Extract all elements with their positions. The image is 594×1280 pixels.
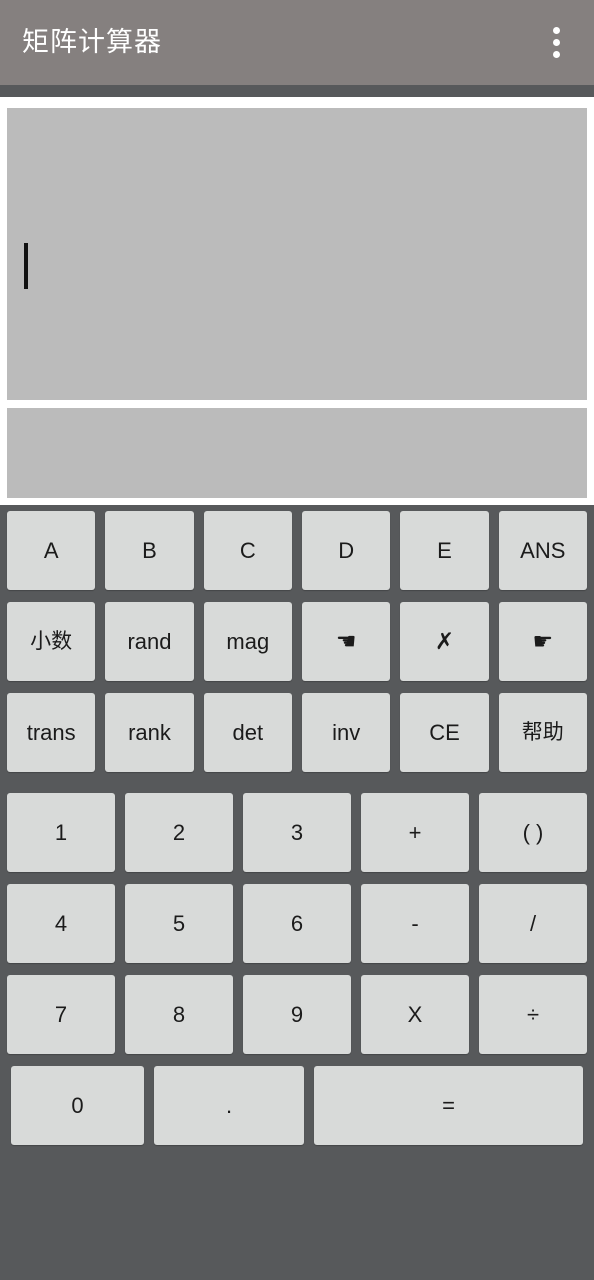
more-vert-dot-1 bbox=[552, 27, 560, 34]
matrix-vars-row: A B C D E ANS bbox=[6, 511, 588, 602]
key-3[interactable]: 3 bbox=[243, 793, 351, 872]
key-2[interactable]: 2 bbox=[125, 793, 233, 872]
more-vert-dot-2 bbox=[552, 39, 560, 46]
more-vert-dot-3 bbox=[552, 51, 560, 58]
numeric-row-4: 0 . = bbox=[6, 1066, 588, 1157]
numeric-row-2: 4 5 6 - / bbox=[6, 884, 588, 975]
key-multiply[interactable]: X bbox=[361, 975, 469, 1054]
more-vert-icon[interactable] bbox=[536, 17, 576, 69]
key-9[interactable]: 9 bbox=[243, 975, 351, 1054]
key-help[interactable]: 帮助 bbox=[498, 693, 587, 772]
ops-row-2: trans rank det inv CE 帮助 bbox=[6, 693, 588, 784]
result-output[interactable] bbox=[7, 408, 587, 498]
hand-pointing-left-icon[interactable]: ☚ bbox=[301, 602, 391, 681]
key-plus[interactable]: + bbox=[361, 793, 469, 872]
key-ans[interactable]: ANS bbox=[498, 511, 587, 590]
ops-row-1: 小数 rand mag ☚ ✗ ☛ bbox=[6, 602, 588, 693]
key-5[interactable]: 5 bbox=[125, 884, 233, 963]
key-4[interactable]: 4 bbox=[7, 884, 115, 963]
cross-icon[interactable]: ✗ bbox=[400, 602, 489, 681]
keypad-section-divider bbox=[6, 784, 588, 793]
key-minus[interactable]: - bbox=[361, 884, 469, 963]
numeric-row-3: 7 8 9 X ÷ bbox=[6, 975, 588, 1066]
key-mag[interactable]: mag bbox=[203, 602, 292, 681]
title-bar-divider bbox=[0, 85, 594, 97]
key-equals[interactable]: = bbox=[314, 1066, 583, 1145]
title-bar: 矩阵计算器 bbox=[0, 0, 594, 85]
key-clear-entry[interactable]: CE bbox=[400, 693, 489, 772]
key-6[interactable]: 6 bbox=[243, 884, 351, 963]
key-inverse[interactable]: inv bbox=[301, 693, 391, 772]
hand-pointing-right-icon[interactable]: ☛ bbox=[498, 602, 587, 681]
key-rank[interactable]: rank bbox=[105, 693, 194, 772]
display-area bbox=[0, 97, 594, 505]
key-e[interactable]: E bbox=[400, 511, 489, 590]
key-determinant[interactable]: det bbox=[203, 693, 292, 772]
key-a[interactable]: A bbox=[7, 511, 96, 590]
key-decimal-mode[interactable]: 小数 bbox=[7, 602, 96, 681]
key-0[interactable]: 0 bbox=[11, 1066, 144, 1145]
key-c[interactable]: C bbox=[203, 511, 292, 590]
text-caret bbox=[24, 243, 28, 289]
page-title: 矩阵计算器 bbox=[22, 27, 162, 57]
key-parentheses[interactable]: ( ) bbox=[479, 793, 587, 872]
key-transpose[interactable]: trans bbox=[7, 693, 96, 772]
expression-input[interactable] bbox=[7, 108, 587, 400]
key-d[interactable]: D bbox=[301, 511, 391, 590]
key-point[interactable]: . bbox=[154, 1066, 304, 1145]
key-rand[interactable]: rand bbox=[105, 602, 194, 681]
key-b[interactable]: B bbox=[105, 511, 194, 590]
key-1[interactable]: 1 bbox=[7, 793, 115, 872]
key-slash[interactable]: / bbox=[479, 884, 587, 963]
key-divide[interactable]: ÷ bbox=[479, 975, 587, 1054]
matrix-calculator-app: 矩阵计算器 A B C D E ANS 小数 rand mag ☚ ✗ ☛ tr… bbox=[0, 0, 594, 1280]
key-8[interactable]: 8 bbox=[125, 975, 233, 1054]
keypad: A B C D E ANS 小数 rand mag ☚ ✗ ☛ trans ra… bbox=[0, 505, 594, 1280]
numeric-row-1: 1 2 3 + ( ) bbox=[6, 793, 588, 884]
key-7[interactable]: 7 bbox=[7, 975, 115, 1054]
